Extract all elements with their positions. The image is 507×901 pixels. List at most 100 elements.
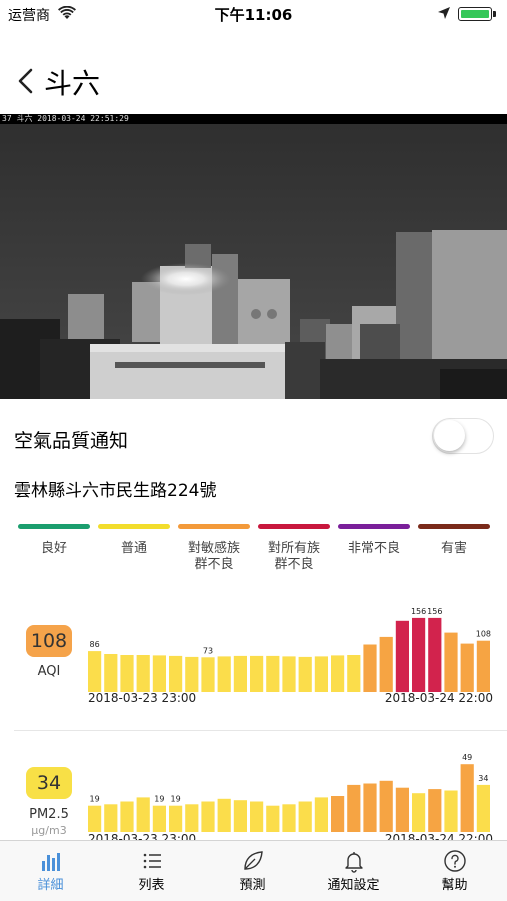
tab-bar: 詳細 列表 預測 通知設定 幫助 <box>0 840 507 901</box>
legend-label: 非常不良 <box>347 541 400 556</box>
chart-bar <box>152 805 166 832</box>
aqi-bar-chart: 86 73 156 156 108 2018-03-23 23:00 2018-03-24 … <box>88 607 493 705</box>
chart-bar <box>282 656 296 692</box>
aqi-section: 108 AQI 86 73 156 156 108 2018-03-23 23:00 201… <box>0 600 507 720</box>
chart-bar <box>217 656 231 692</box>
chart-bar <box>266 805 280 832</box>
chart-bar <box>104 804 118 832</box>
x-tick-label-end: 2018-03-24 22:00 <box>385 691 493 705</box>
location-arrow-icon <box>438 7 450 19</box>
tab-label: 幫助 <box>441 878 468 893</box>
chart-bar <box>120 655 134 692</box>
chart-bar <box>347 655 361 692</box>
data-label: 86 <box>90 640 100 649</box>
tab-details[interactable]: 詳細 <box>0 841 101 901</box>
chart-bar <box>412 617 426 692</box>
x-tick-label-start: 2018-03-23 23:00 <box>88 832 196 840</box>
chart-bar <box>169 805 183 832</box>
legend-item-very-unhealthy: 非常不良 <box>338 524 410 557</box>
clock: 下午11:06 <box>214 6 293 24</box>
notification-label: 空氣品質通知 <box>14 430 129 452</box>
chart-bar <box>88 805 102 832</box>
legend-swatch <box>18 524 90 529</box>
chart-bar <box>201 657 215 692</box>
chart-bar <box>363 783 377 832</box>
chart-bar <box>185 656 199 692</box>
chart-bar <box>331 796 345 832</box>
leaf-icon <box>243 851 263 870</box>
chart-bar <box>379 780 393 832</box>
chart-bar <box>233 655 247 692</box>
legend-item-moderate: 普通 <box>98 524 170 557</box>
chart-bar <box>233 800 247 832</box>
aqi-legend: 良好 普通 對敏感族 群不良 對所有族 群不良 非常不良 有害 <box>0 524 507 584</box>
data-label: 108 <box>476 630 491 639</box>
legend-swatch <box>418 524 490 529</box>
page-title: 斗六 <box>44 67 101 100</box>
camera-timestamp: 37 斗六 2018-03-24 22:51:29 <box>0 114 507 124</box>
chart-bar <box>136 655 150 692</box>
data-label: 19 <box>171 795 181 804</box>
chart-bar <box>412 793 426 832</box>
legend-item-good: 良好 <box>18 524 90 557</box>
chart-bar <box>395 787 409 832</box>
chart-bar <box>476 640 490 692</box>
tab-forecast[interactable]: 預測 <box>202 841 303 901</box>
chart-bar <box>250 801 264 832</box>
chart-bar <box>395 620 409 693</box>
chart-bar <box>120 801 134 832</box>
chart-bar <box>298 656 312 692</box>
bell-icon <box>344 852 363 873</box>
tab-label: 通知設定 <box>327 878 380 893</box>
chart-bar <box>444 632 458 692</box>
pm25-section: 34 PM2.5 μg/m3 19 19 19 49 34 2018-03-23 23:0… <box>0 740 507 840</box>
tab-notification-settings[interactable]: 通知設定 <box>303 841 404 901</box>
battery-tip <box>493 11 496 17</box>
legend-label: 良好 <box>40 541 67 556</box>
chart-bar <box>104 654 118 692</box>
legend-label: 對敏感族 群不良 <box>187 541 240 572</box>
nav-bar: 斗六 <box>0 52 507 112</box>
battery-icon <box>458 7 492 21</box>
legend-item-unhealthy: 對所有族 群不良 <box>258 524 330 573</box>
tab-list[interactable]: 列表 <box>101 841 202 901</box>
chart-bar <box>428 617 442 692</box>
chart-bar <box>169 655 183 692</box>
legend-label: 對所有族 群不良 <box>267 541 320 572</box>
chart-bar <box>428 789 442 832</box>
legend-item-sensitive: 對敏感族 群不良 <box>178 524 250 573</box>
back-chevron-icon[interactable] <box>12 64 42 98</box>
data-label: 156 <box>411 607 426 616</box>
pm25-bar-chart: 19 19 19 49 34 2018-03-23 23:00 2018-03-24 22:… <box>88 753 493 840</box>
tab-label: 預測 <box>239 878 266 893</box>
x-tick-label-start: 2018-03-23 23:00 <box>88 691 196 705</box>
data-label: 19 <box>90 795 100 804</box>
chart-bar <box>88 651 102 692</box>
chart-bar <box>185 804 199 832</box>
divider <box>14 730 507 731</box>
notification-toggle[interactable] <box>432 418 494 454</box>
legend-swatch <box>258 524 330 529</box>
chart-bar <box>444 790 458 832</box>
data-label: 34 <box>478 774 488 783</box>
chart-bar <box>201 801 215 832</box>
chart-bar <box>314 656 328 692</box>
legend-label: 普通 <box>120 541 147 556</box>
chart-bar <box>331 655 345 692</box>
station-address: 雲林縣斗六市民生路224號 <box>14 481 217 501</box>
tab-label: 詳細 <box>37 878 64 893</box>
chart-bar <box>460 643 474 692</box>
bar-chart-icon <box>41 853 60 871</box>
chart-bar <box>460 764 474 832</box>
legend-label: 有害 <box>440 541 467 556</box>
help-icon <box>443 850 466 872</box>
data-label: 156 <box>427 607 442 616</box>
chart-bar <box>266 655 280 692</box>
notification-row: 空氣品質通知 <box>0 414 507 462</box>
chart-bar <box>379 636 393 692</box>
tab-help[interactable]: 幫助 <box>404 841 505 901</box>
chart-bar <box>282 804 296 832</box>
data-label: 19 <box>154 795 164 804</box>
chart-bar <box>136 797 150 832</box>
tab-label: 列表 <box>138 878 165 893</box>
